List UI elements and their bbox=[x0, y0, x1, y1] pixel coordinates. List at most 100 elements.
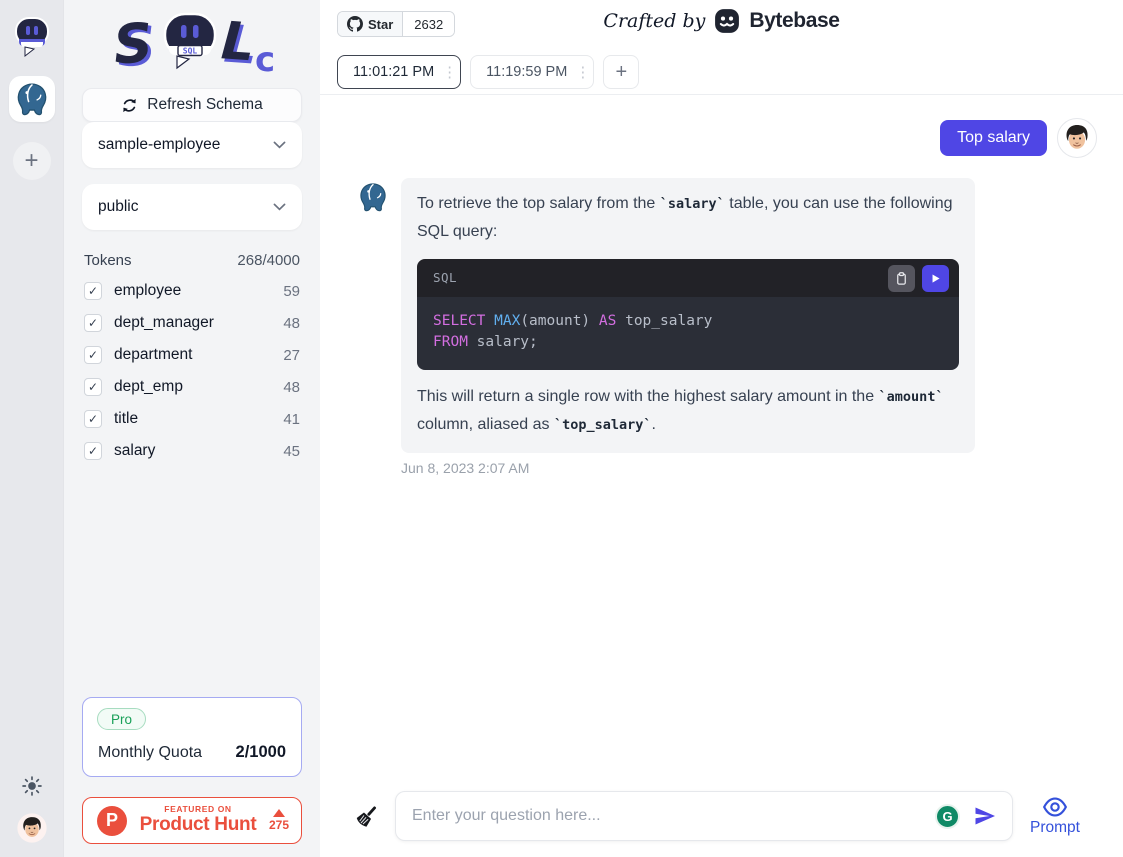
conversation-tabs: 11:01:21 PM ⋮ 11:19:59 PM ⋮ + bbox=[337, 55, 1107, 89]
connection-select-value: sample-employee bbox=[98, 136, 220, 154]
product-hunt-logo-icon: P bbox=[97, 806, 127, 836]
eye-icon bbox=[1042, 796, 1068, 818]
code-language-label: SQL bbox=[433, 264, 457, 292]
user-message-bubble: Top salary bbox=[940, 120, 1047, 156]
postgres-connection-tab[interactable] bbox=[9, 76, 55, 122]
composer: G Prompt bbox=[320, 783, 1123, 857]
bytebase-brand-name: Bytebase bbox=[749, 9, 839, 33]
table-checkbox[interactable]: ✓ bbox=[84, 378, 102, 396]
schema-sidebar: S S SQL L L c bbox=[64, 0, 320, 857]
table-checkbox[interactable]: ✓ bbox=[84, 410, 102, 428]
conversation-rail: + bbox=[0, 0, 64, 857]
product-hunt-text: FEATURED ON Product Hunt bbox=[137, 805, 259, 835]
product-hunt-upvote: 275 bbox=[269, 809, 289, 832]
clear-conversation-button[interactable] bbox=[353, 801, 381, 831]
refresh-schema-button[interactable]: Refresh Schema bbox=[82, 88, 302, 122]
copy-code-button[interactable] bbox=[888, 265, 915, 292]
assistant-outro-text: This will return a single row with the h… bbox=[417, 383, 959, 439]
chat-main: Star 2632 Crafted by Bytebase bbox=[320, 0, 1123, 857]
question-input[interactable] bbox=[412, 807, 925, 825]
tab-menu-icon[interactable]: ⋮ bbox=[442, 63, 451, 81]
message-timestamp: Jun 8, 2023 2:07 AM bbox=[401, 460, 1097, 476]
user-account-avatar[interactable] bbox=[17, 813, 47, 843]
new-tab-button[interactable]: + bbox=[603, 55, 639, 89]
tab-menu-icon[interactable]: ⋮ bbox=[575, 63, 584, 81]
table-row-title: ✓ title 41 bbox=[82, 403, 302, 435]
table-name: department bbox=[114, 346, 192, 364]
assistant-avatar bbox=[358, 182, 388, 212]
assistant-message-row: To retrieve the top salary from the `sal… bbox=[358, 178, 1097, 453]
play-icon bbox=[929, 272, 942, 285]
robot-icon bbox=[12, 16, 52, 60]
chevron-down-icon bbox=[273, 141, 286, 149]
assistant-message-bubble: To retrieve the top salary from the `sal… bbox=[401, 178, 975, 453]
table-checkbox[interactable]: ✓ bbox=[84, 346, 102, 364]
prompt-button[interactable]: Prompt bbox=[1027, 796, 1083, 837]
table-name: employee bbox=[114, 282, 181, 300]
grammarly-icon[interactable]: G bbox=[935, 804, 960, 829]
connection-select[interactable]: sample-employee bbox=[82, 122, 302, 168]
postgresql-icon bbox=[358, 182, 388, 212]
send-button[interactable] bbox=[970, 801, 1000, 831]
code-actions bbox=[888, 265, 949, 292]
theme-toggle[interactable] bbox=[21, 775, 43, 797]
crafted-by-text: Crafted by bbox=[603, 10, 705, 32]
clipboard-icon bbox=[894, 271, 909, 286]
new-conversation-button[interactable]: + bbox=[13, 142, 51, 180]
sql-code-block: SQL bbox=[417, 259, 959, 370]
table-token-count: 27 bbox=[283, 347, 300, 364]
table-token-count: 45 bbox=[283, 443, 300, 460]
broom-icon bbox=[354, 802, 380, 830]
sun-icon bbox=[21, 775, 43, 797]
code-block-body: SELECT MAX(amount) AS top_salary FROM sa… bbox=[417, 297, 959, 370]
table-row-salary: ✓ salary 45 bbox=[82, 435, 302, 467]
header-top-row: Star 2632 Crafted by Bytebase bbox=[337, 10, 1107, 38]
github-icon bbox=[347, 16, 363, 32]
table-list: ✓ employee 59 ✓ dept_manager 48 ✓ depart… bbox=[82, 275, 302, 467]
product-hunt-name: Product Hunt bbox=[140, 815, 257, 836]
table-token-count: 48 bbox=[283, 315, 300, 332]
quota-value: 2/1000 bbox=[236, 743, 286, 762]
table-token-count: 41 bbox=[283, 411, 300, 428]
bytebase-logo-icon bbox=[714, 8, 740, 34]
logo-letter-c: c bbox=[255, 40, 275, 80]
tokens-summary: Tokens 268/4000 bbox=[82, 252, 302, 269]
tab-conversation-2[interactable]: 11:19:59 PM ⋮ bbox=[470, 55, 594, 89]
logo-letter-s: S bbox=[112, 11, 155, 77]
table-checkbox[interactable]: ✓ bbox=[84, 282, 102, 300]
tab-label: 11:19:59 PM bbox=[486, 64, 567, 80]
tokens-value: 268/4000 bbox=[237, 252, 300, 269]
postgresql-icon bbox=[15, 82, 49, 116]
sqlchat-logo-illustration: S S SQL L L c bbox=[97, 8, 287, 80]
tab-conversation-1[interactable]: 11:01:21 PM ⋮ bbox=[337, 55, 461, 89]
table-checkbox[interactable]: ✓ bbox=[84, 314, 102, 332]
table-checkbox[interactable]: ✓ bbox=[84, 442, 102, 460]
star-count: 2632 bbox=[403, 12, 454, 36]
sqlchat-bot-avatar[interactable] bbox=[12, 16, 52, 60]
refresh-schema-label: Refresh Schema bbox=[147, 96, 262, 114]
schema-select[interactable]: public bbox=[82, 184, 302, 230]
user-face-icon bbox=[17, 813, 47, 843]
quota-card: Pro Monthly Quota 2/1000 bbox=[82, 697, 302, 777]
table-row-employee: ✓ employee 59 bbox=[82, 275, 302, 307]
sqlchat-logo: S S SQL L L c bbox=[82, 0, 302, 88]
github-star-left: Star bbox=[338, 12, 403, 36]
table-name: dept_emp bbox=[114, 378, 183, 396]
product-hunt-badge[interactable]: P FEATURED ON Product Hunt 275 bbox=[82, 797, 302, 844]
question-input-container: G bbox=[395, 791, 1013, 841]
table-row-dept-emp: ✓ dept_emp 48 bbox=[82, 371, 302, 403]
github-star-button[interactable]: Star 2632 bbox=[337, 11, 455, 37]
table-name: dept_manager bbox=[114, 314, 214, 332]
table-name: salary bbox=[114, 442, 155, 460]
assistant-intro-text: To retrieve the top salary from the `sal… bbox=[417, 190, 959, 246]
logo-band-text: SQL bbox=[183, 47, 198, 56]
inline-code-top-salary: `top_salary` bbox=[554, 417, 652, 433]
tab-label: 11:01:21 PM bbox=[353, 64, 434, 80]
sql-chat-app: + bbox=[0, 0, 1123, 857]
logo-letter-l: L bbox=[219, 11, 256, 73]
chevron-down-icon bbox=[273, 203, 286, 211]
upvote-count: 275 bbox=[269, 818, 289, 832]
run-query-button[interactable] bbox=[922, 265, 949, 292]
refresh-icon bbox=[121, 97, 138, 114]
schema-select-value: public bbox=[98, 198, 139, 216]
